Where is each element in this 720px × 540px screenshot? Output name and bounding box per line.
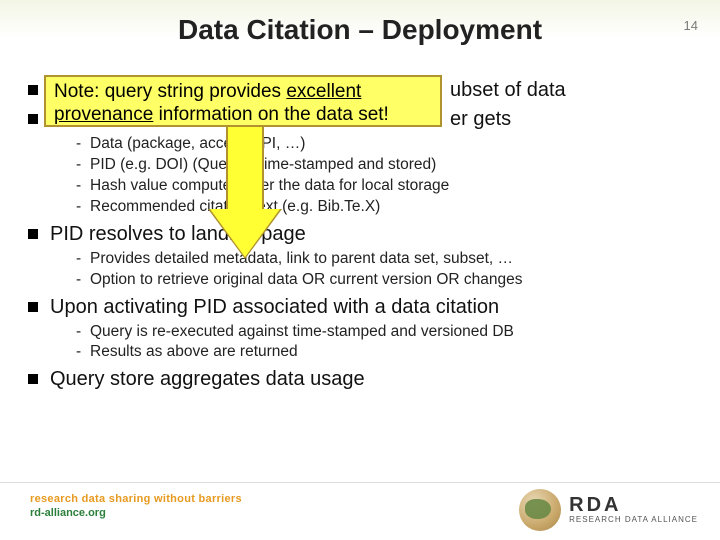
note-line2-rest: information on the data set! (153, 104, 389, 125)
rda-logo: RDA RESEARCH DATA ALLIANCE (519, 489, 698, 531)
bullet-5: Query store aggregates data usage (28, 367, 696, 392)
bullet-4-sub-2: Results as above are returned (76, 342, 696, 363)
logo-text-big: RDA (569, 495, 698, 516)
footer-tagline-line2: rd-alliance.org (30, 507, 242, 519)
bullet-2-sub-4: Recommended citation text (e.g. Bib.Te.X… (76, 197, 696, 218)
note-line2-em: provenance (54, 104, 153, 125)
note-line1-em: excellent (286, 81, 361, 102)
footer-tagline-line1: research data sharing without barriers (30, 493, 242, 505)
bullet-2-tail: er gets (450, 108, 511, 130)
bullet-3-sub-2: Option to retrieve original data OR curr… (76, 270, 696, 291)
footer: research data sharing without barriers r… (0, 482, 720, 540)
page-title: Data Citation – Deployment (0, 14, 720, 46)
callout-note: Note: query string provides excellent pr… (44, 75, 442, 127)
bullet-4: Upon activating PID associated with a da… (28, 295, 696, 364)
bullet-3: PID resolves to landing page Provides de… (28, 222, 696, 291)
footer-tagline: research data sharing without barriers r… (30, 493, 242, 519)
bullet-3-sub-1: Provides detailed metadata, link to pare… (76, 249, 696, 270)
note-line1-prefix: Note: query string provides (54, 81, 286, 102)
logo-text-small: RESEARCH DATA ALLIANCE (569, 516, 698, 524)
bullet-2-sub-1: Data (package, access API, …) (76, 134, 696, 155)
bullet-1-tail: ubset of data (450, 79, 566, 101)
bullet-2-sub-2: PID (e.g. DOI) (Query is time-stamped an… (76, 155, 696, 176)
callout-arrow-icon (210, 126, 280, 261)
bullet-4-sub-1: Query is re-executed against time-stampe… (76, 322, 696, 343)
bullet-2-sub-3: Hash value computed over the data for lo… (76, 176, 696, 197)
globe-icon (519, 489, 561, 531)
